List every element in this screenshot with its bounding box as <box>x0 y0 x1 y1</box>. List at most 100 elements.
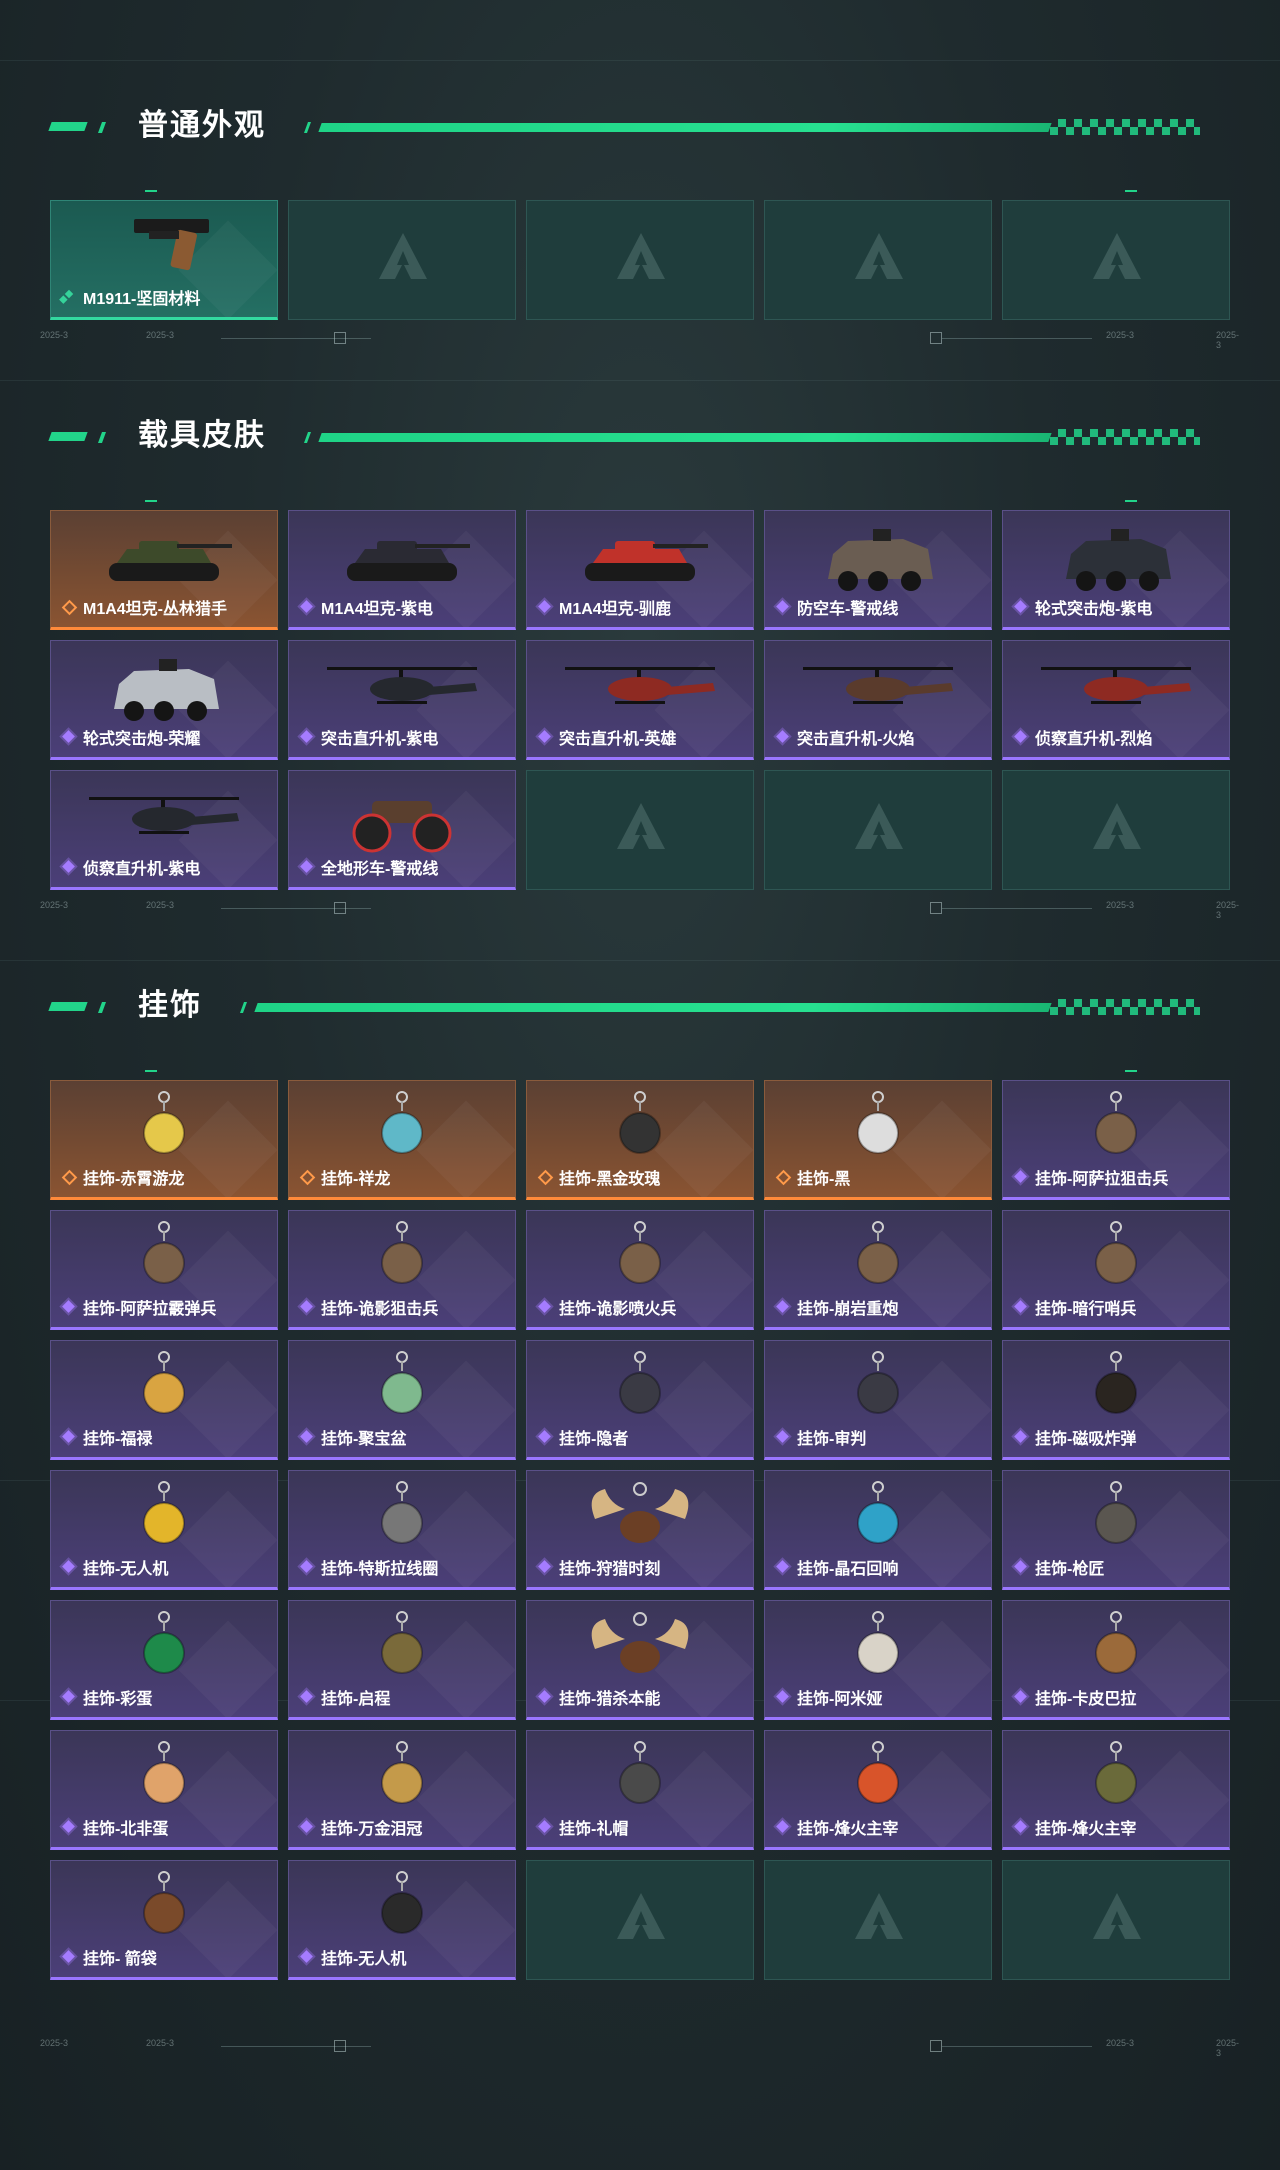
rarity-purple-icon <box>1013 1689 1029 1705</box>
item-card[interactable]: 挂饰-猎杀本能 <box>526 1600 754 1720</box>
item-row: 挂饰- 箭袋 挂饰-无人机 <box>50 1860 1230 1980</box>
item-card[interactable]: 挂饰-暗行哨兵 <box>1002 1210 1230 1330</box>
rarity-green-icon <box>61 289 77 305</box>
empty-slot <box>526 200 754 320</box>
item-card[interactable]: 挂饰-无人机 <box>288 1860 516 1980</box>
item-card[interactable]: 挂饰-万金泪冠 <box>288 1730 516 1850</box>
item-card[interactable]: 挂饰-彩蛋 <box>50 1600 278 1720</box>
charm-figure-icon <box>619 1221 661 1284</box>
item-card[interactable]: 挂饰-晶石回响 <box>764 1470 992 1590</box>
rarity-purple-icon <box>1013 729 1029 745</box>
header-mini-tick <box>145 190 157 192</box>
item-label: 挂饰-特斯拉线圈 <box>299 1555 438 1579</box>
item-card[interactable]: 挂饰-祥龙 <box>288 1080 516 1200</box>
rarity-purple-icon <box>775 1429 791 1445</box>
item-card[interactable]: 挂饰-黑金玫瑰 <box>526 1080 754 1200</box>
item-card[interactable]: 挂饰-狩猎时刻 <box>526 1470 754 1590</box>
item-card[interactable]: 侦察直升机-紫电 <box>50 770 278 890</box>
empty-slot <box>288 200 516 320</box>
item-name: 挂饰-无人机 <box>321 1951 407 1968</box>
item-card[interactable]: 轮式突击炮-紫电 <box>1002 510 1230 630</box>
item-card[interactable]: 挂饰-隐者 <box>526 1340 754 1460</box>
item-card[interactable]: M1A4坦克-紫电 <box>288 510 516 630</box>
item-card[interactable]: 挂饰-阿萨拉霰弹兵 <box>50 1210 278 1330</box>
item-card[interactable]: 挂饰-福禄 <box>50 1340 278 1460</box>
item-name: 挂饰-烽火主宰 <box>797 1821 899 1838</box>
item-label: 挂饰-无人机 <box>61 1555 168 1579</box>
item-card[interactable]: 挂饰-阿米娅 <box>764 1600 992 1720</box>
item-card[interactable]: M1911-坚固材料 <box>50 200 278 320</box>
rarity-purple-icon <box>299 1559 315 1575</box>
empty-slot <box>1002 1860 1230 1980</box>
tank-red-icon <box>585 541 708 581</box>
empty-slot <box>1002 200 1230 320</box>
item-card[interactable]: 突击直升机-火焰 <box>764 640 992 760</box>
item-name: 挂饰-祥龙 <box>321 1171 391 1188</box>
ruler-mark <box>334 902 346 914</box>
item-card[interactable]: 挂饰-北非蛋 <box>50 1730 278 1850</box>
item-card[interactable]: 挂饰-枪匠 <box>1002 1470 1230 1590</box>
ruler-mark <box>334 332 346 344</box>
item-card[interactable]: 挂饰-启程 <box>288 1600 516 1720</box>
item-label: 全地形车-警戒线 <box>299 855 438 879</box>
rarity-purple-icon <box>537 729 553 745</box>
placeholder-emblem-icon <box>855 233 903 279</box>
header-progress-bar <box>318 433 1052 442</box>
item-name: 挂饰-暗行哨兵 <box>1035 1301 1137 1318</box>
item-name: 挂饰-彩蛋 <box>83 1691 153 1708</box>
ruler-mark <box>942 2046 1092 2047</box>
ruler-mark <box>221 908 371 909</box>
item-card[interactable]: 挂饰-烽火主宰 <box>1002 1730 1230 1850</box>
item-label: 挂饰-狩猎时刻 <box>537 1555 660 1579</box>
item-label: 突击直升机-英雄 <box>537 725 676 749</box>
item-name: 突击直升机-英雄 <box>559 731 677 748</box>
item-card[interactable]: 挂饰-磁吸炸弹 <box>1002 1340 1230 1460</box>
rarity-purple-icon <box>775 1559 791 1575</box>
ruler-decoration: 2025-3 2025-3 2025-3 2025-3 <box>36 900 1239 920</box>
item-name: 挂饰-黑金玫瑰 <box>559 1171 661 1188</box>
item-card[interactable]: 防空车-警戒线 <box>764 510 992 630</box>
item-card[interactable]: 挂饰-特斯拉线圈 <box>288 1470 516 1590</box>
item-card[interactable]: 挂饰-诡影狙击兵 <box>288 1210 516 1330</box>
item-card[interactable]: 挂饰-卡皮巴拉 <box>1002 1600 1230 1720</box>
item-row: 侦察直升机-紫电 全地形车-警戒线 <box>50 770 1230 890</box>
rarity-purple-icon <box>537 1429 553 1445</box>
item-card[interactable]: 挂饰-无人机 <box>50 1470 278 1590</box>
charm-figure-icon <box>857 1221 899 1284</box>
item-label: 挂饰-祥龙 <box>299 1165 390 1189</box>
item-card[interactable]: 挂饰- 箭袋 <box>50 1860 278 1980</box>
item-card[interactable]: 挂饰-阿萨拉狙击兵 <box>1002 1080 1230 1200</box>
item-card[interactable]: 挂饰-礼帽 <box>526 1730 754 1850</box>
item-label: M1A4坦克-紫电 <box>299 595 433 619</box>
helicopter-dark-icon <box>327 667 477 704</box>
section-header: 普通外观 <box>48 108 1200 148</box>
item-card[interactable]: 挂饰-黑 <box>764 1080 992 1200</box>
item-name: 挂饰-隐者 <box>559 1431 629 1448</box>
rarity-purple-icon <box>299 1299 315 1315</box>
item-label: 挂饰-万金泪冠 <box>299 1815 422 1839</box>
item-card[interactable]: 挂饰-审判 <box>764 1340 992 1460</box>
item-card[interactable]: M1A4坦克-驯鹿 <box>526 510 754 630</box>
rarity-purple-icon <box>61 1559 77 1575</box>
header-progress-bar <box>318 123 1052 132</box>
item-card[interactable]: 挂饰-聚宝盆 <box>288 1340 516 1460</box>
item-card[interactable]: 挂饰-赤霄游龙 <box>50 1080 278 1200</box>
item-name: 全地形车-警戒线 <box>321 861 439 878</box>
charm-hat-icon <box>619 1741 661 1804</box>
charm-gourd-icon <box>143 1351 185 1414</box>
item-card[interactable]: M1A4坦克-丛林猎手 <box>50 510 278 630</box>
item-label: 挂饰-暗行哨兵 <box>1013 1295 1136 1319</box>
section-header: 挂饰 <box>48 988 1200 1028</box>
item-card[interactable]: 挂饰-崩岩重炮 <box>764 1210 992 1330</box>
item-card[interactable]: 突击直升机-英雄 <box>526 640 754 760</box>
item-card[interactable]: 突击直升机-紫电 <box>288 640 516 760</box>
section-title: 普通外观 <box>138 109 266 142</box>
item-card[interactable]: 轮式突击炮-荣耀 <box>50 640 278 760</box>
item-label: 挂饰-黑 <box>775 1165 850 1189</box>
item-card[interactable]: 侦察直升机-烈焰 <box>1002 640 1230 760</box>
item-card[interactable]: 挂饰-诡影喷火兵 <box>526 1210 754 1330</box>
item-card[interactable]: 全地形车-警戒线 <box>288 770 516 890</box>
item-card[interactable]: 挂饰-烽火主宰 <box>764 1730 992 1850</box>
item-name: M1911-坚固材料 <box>83 291 201 308</box>
item-name: 侦察直升机-紫电 <box>83 861 201 878</box>
